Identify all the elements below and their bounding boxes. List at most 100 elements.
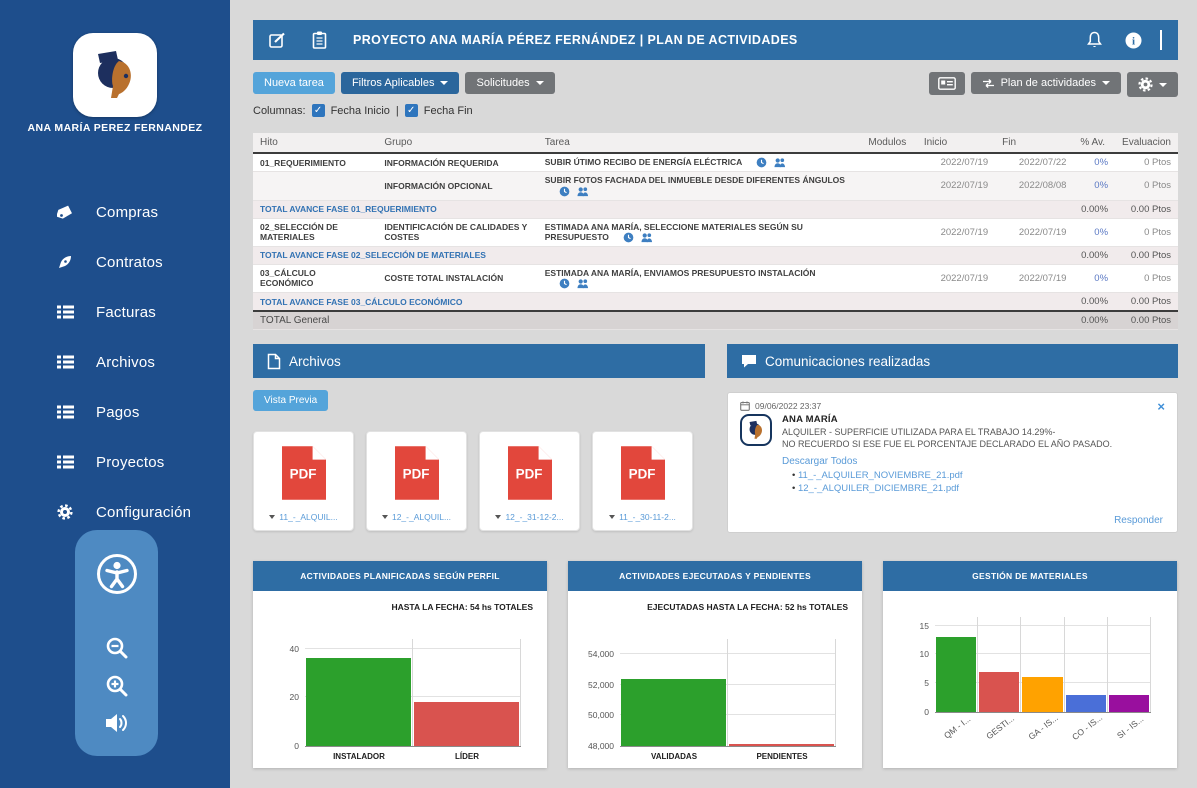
info-icon[interactable]: i bbox=[1125, 32, 1142, 49]
sidebar-item-archivos[interactable]: Archivos bbox=[0, 342, 230, 382]
speaker-icon[interactable] bbox=[75, 711, 158, 735]
document-icon bbox=[267, 353, 281, 370]
chevron-down-icon[interactable] bbox=[269, 515, 275, 519]
chevron-down-icon[interactable] bbox=[495, 515, 501, 519]
pdf-file-name[interactable]: 11_-_30-11-2... bbox=[619, 512, 676, 522]
users-icon[interactable] bbox=[576, 186, 590, 197]
clipboard-icon bbox=[312, 31, 327, 49]
total-evaluacion: 0.00 Ptos bbox=[1115, 293, 1178, 312]
chat-icon bbox=[741, 354, 757, 368]
y-axis-tick: 0 bbox=[887, 707, 929, 717]
avance-link[interactable]: 0% bbox=[1094, 157, 1108, 168]
sidebar-item-proyectos[interactable]: Proyectos bbox=[0, 442, 230, 482]
text-cursor bbox=[1160, 30, 1162, 50]
plan-actividades-dropdown[interactable]: Plan de actividades bbox=[971, 72, 1121, 94]
avance-link[interactable]: 0% bbox=[1094, 227, 1108, 238]
fecha-inicio-checkbox[interactable]: ✓ bbox=[312, 104, 325, 117]
page-title: PROYECTO ANA MARÍA PÉREZ FERNÁNDEZ | PLA… bbox=[353, 33, 798, 47]
clock-icon[interactable] bbox=[756, 157, 767, 168]
pdf-card-list: PDF11_-_ALQUIL...PDF12_-_ALQUIL...PDF12_… bbox=[253, 431, 705, 531]
card-view-button[interactable] bbox=[929, 72, 965, 95]
avance-link[interactable]: 0% bbox=[1094, 273, 1108, 284]
new-task-button[interactable]: Nueva tarea bbox=[253, 72, 335, 94]
x-axis-label: PENDIENTES bbox=[728, 752, 836, 761]
chart-x-labels: VALIDADASPENDIENTES bbox=[620, 752, 836, 761]
total-label: TOTAL AVANCE FASE 02_SELECCIÓN DE MATERI… bbox=[253, 246, 1073, 264]
total-avance: 0.00% bbox=[1073, 311, 1115, 330]
download-all-link[interactable]: Descargar Todos bbox=[782, 456, 1165, 467]
pdf-file-card[interactable]: PDF12_-_ALQUIL... bbox=[366, 431, 467, 531]
vista-previa-button[interactable]: Vista Previa bbox=[253, 390, 328, 411]
users-icon[interactable] bbox=[640, 232, 654, 243]
pdf-file-name[interactable]: 11_-_ALQUIL... bbox=[279, 512, 337, 522]
message-avatar bbox=[740, 414, 772, 446]
sidebar-item-contratos[interactable]: Contratos bbox=[0, 242, 230, 282]
column-header-tarea[interactable]: Tarea bbox=[538, 133, 862, 153]
column-header-fin[interactable]: Fin bbox=[995, 133, 1073, 153]
column-header-hito[interactable]: Hito bbox=[253, 133, 377, 153]
clock-icon[interactable] bbox=[559, 278, 570, 289]
bar-l-der bbox=[414, 702, 519, 746]
sidebar-item-facturas[interactable]: Facturas bbox=[0, 292, 230, 332]
column-header-inicio[interactable]: Inicio bbox=[917, 133, 995, 153]
pdf-file-card[interactable]: PDF 12_-_31-12-2... bbox=[479, 431, 580, 531]
total-avance: 0.00% bbox=[1073, 246, 1115, 264]
chevron-down-icon[interactable] bbox=[382, 515, 388, 519]
pdf-file-card[interactable]: PDF11_-_ALQUIL... bbox=[253, 431, 354, 531]
zoom-out-icon[interactable] bbox=[75, 635, 158, 661]
avance-link[interactable]: 0% bbox=[1094, 180, 1108, 191]
attachment-link[interactable]: 12_-_ALQUILER_DICIEMBRE_21.pdf bbox=[792, 483, 1165, 494]
cell-hito: 02_SELECCIÓN DE MATERIALES bbox=[253, 218, 377, 246]
reply-link[interactable]: Responder bbox=[1114, 515, 1163, 526]
chart-gestion-materiales: GESTIÓN DE MATERIALES 051015 QM - I...GE… bbox=[883, 561, 1177, 768]
clock-icon[interactable] bbox=[559, 186, 570, 197]
fecha-fin-checkbox[interactable]: ✓ bbox=[405, 104, 418, 117]
filters-dropdown[interactable]: Filtros Aplicables bbox=[341, 72, 460, 94]
fecha-inicio-label: Fecha Inicio bbox=[331, 105, 390, 117]
pdf-icon: PDF bbox=[508, 446, 552, 500]
column-header--av-[interactable]: % Av. bbox=[1073, 133, 1115, 153]
sidebar-item-label: Proyectos bbox=[96, 454, 165, 471]
accessibility-panel bbox=[75, 530, 158, 756]
cell-evaluacion: 0 Ptos bbox=[1115, 264, 1178, 292]
gear-icon bbox=[1138, 77, 1153, 92]
cell-avance: 0% bbox=[1073, 264, 1115, 292]
requests-dropdown[interactable]: Solicitudes bbox=[465, 72, 554, 94]
pdf-file-card[interactable]: PDF11_-_30-11-2... bbox=[592, 431, 693, 531]
pdf-file-name[interactable]: 12_-_31-12-2... bbox=[505, 512, 563, 522]
chevron-down-icon[interactable] bbox=[609, 515, 615, 519]
cell-evaluacion: 0 Ptos bbox=[1115, 218, 1178, 246]
edit-icon[interactable] bbox=[269, 32, 286, 49]
sidebar-item-compras[interactable]: Compras bbox=[0, 192, 230, 232]
table-row: TOTAL General0.00%0.00 Ptos bbox=[253, 311, 1178, 330]
users-icon[interactable] bbox=[773, 157, 787, 168]
attachment-link[interactable]: 11_-_ALQUILER_NOVIEMBRE_21.pdf bbox=[792, 470, 1165, 481]
settings-dropdown[interactable] bbox=[1127, 72, 1178, 97]
users-icon[interactable] bbox=[576, 278, 590, 289]
column-header-modulos[interactable]: Modulos bbox=[861, 133, 916, 153]
total-avance: 0.00% bbox=[1073, 200, 1115, 218]
zoom-in-icon[interactable] bbox=[75, 673, 158, 699]
accessibility-icon[interactable] bbox=[75, 552, 158, 596]
bar-validadas bbox=[621, 679, 726, 746]
chart-title: GESTIÓN DE MATERIALES bbox=[883, 561, 1177, 591]
charts-row: ACTIVIDADES PLANIFICADAS SEGÚN PERFIL HA… bbox=[253, 561, 1178, 768]
cell-inicio: 2022/07/19 bbox=[917, 172, 995, 200]
clock-icon[interactable] bbox=[623, 232, 634, 243]
chevron-down-icon bbox=[536, 81, 544, 85]
table-body: 01_REQUERIMIENTOINFORMACIÓN REQUERIDASUB… bbox=[253, 153, 1178, 330]
sidebar-item-pagos[interactable]: Pagos bbox=[0, 392, 230, 432]
column-header-grupo[interactable]: Grupo bbox=[377, 133, 537, 153]
y-axis-tick: 20 bbox=[257, 692, 299, 702]
column-header-evaluacion[interactable]: Evaluacion bbox=[1115, 133, 1178, 153]
close-icon[interactable]: × bbox=[1157, 399, 1165, 414]
notifications-bell-icon[interactable] bbox=[1086, 31, 1103, 49]
cell-hito: 01_REQUERIMIENTO bbox=[253, 153, 377, 172]
pdf-file-name[interactable]: 12_-_ALQUIL... bbox=[392, 512, 451, 522]
y-axis-tick: 0 bbox=[257, 741, 299, 751]
cell-avance: 0% bbox=[1073, 172, 1115, 200]
total-evaluacion: 0.00 Ptos bbox=[1115, 246, 1178, 264]
sidebar-item-configuracion[interactable]: Configuración bbox=[0, 492, 230, 532]
bar-qm-i- bbox=[936, 637, 976, 712]
cell-inicio: 2022/07/19 bbox=[917, 218, 995, 246]
